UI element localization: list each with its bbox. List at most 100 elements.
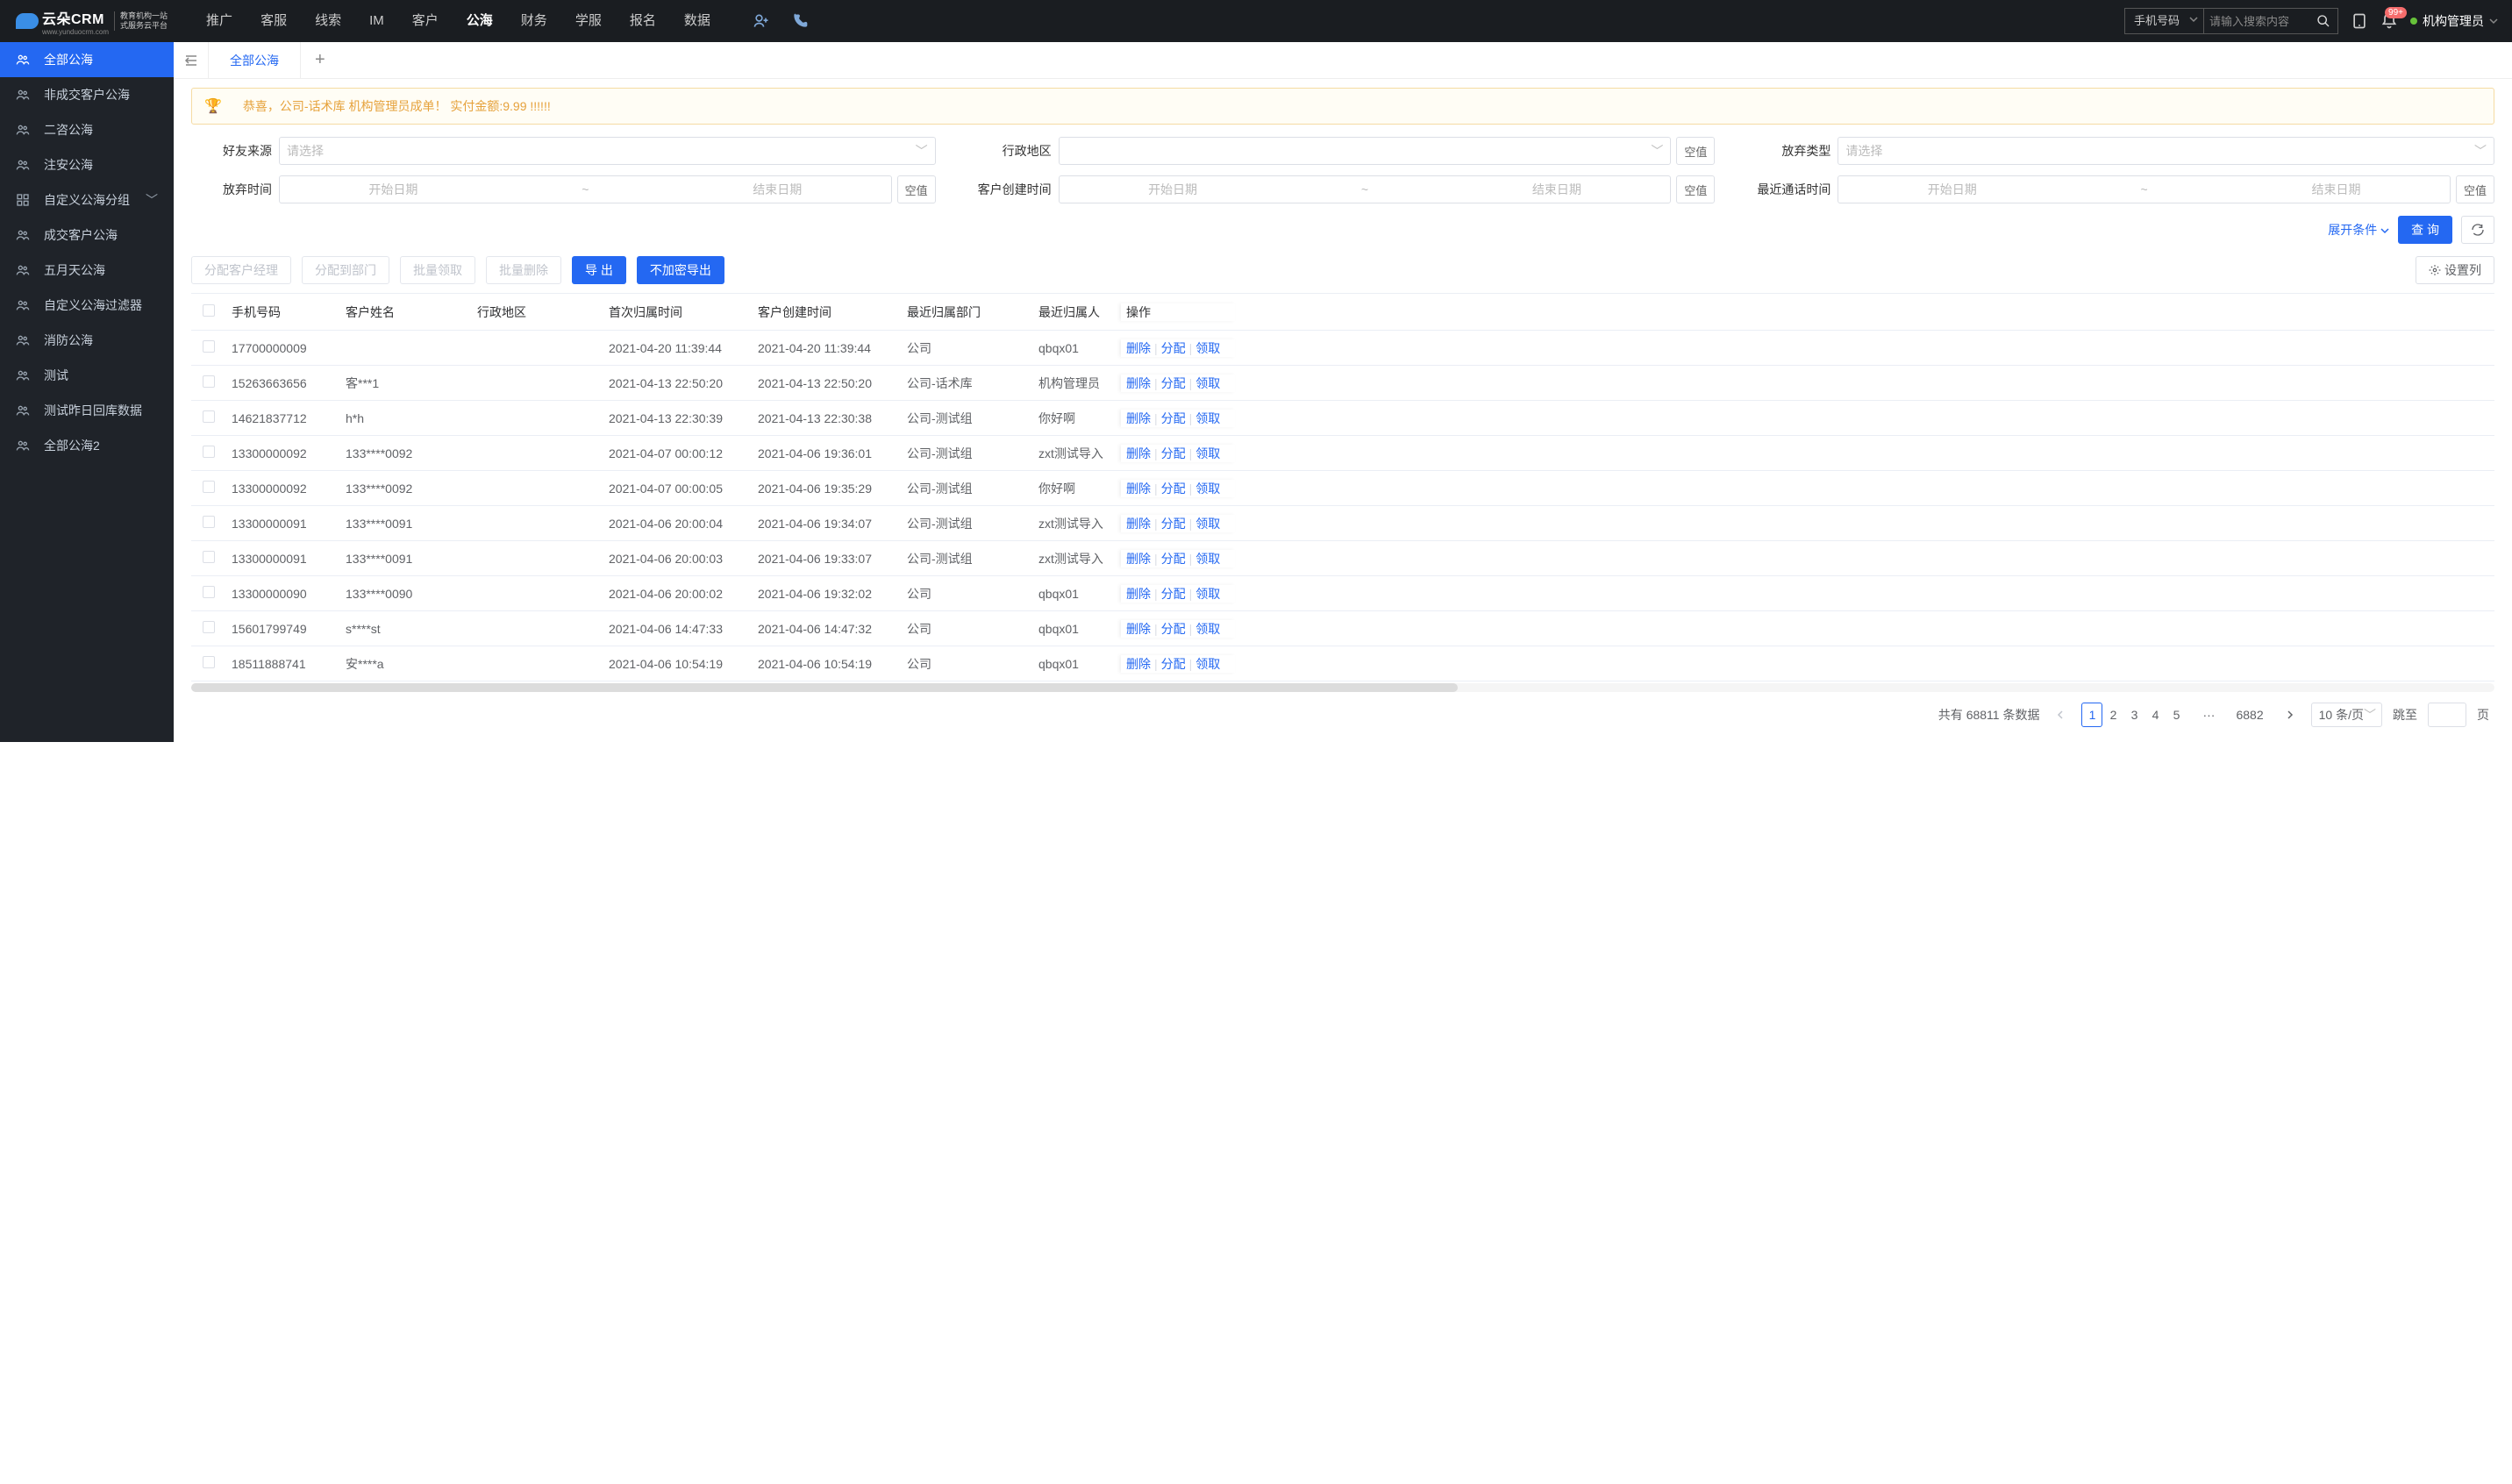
abandon-time-range[interactable]: 开始日期~结束日期 (279, 175, 892, 203)
search-type-select[interactable]: 手机号码 (2125, 9, 2204, 33)
page-jump-input[interactable] (2428, 703, 2466, 727)
op-delete[interactable]: 删除 (1126, 446, 1151, 460)
op-claim[interactable]: 领取 (1195, 446, 1220, 460)
page-next[interactable] (2280, 703, 2301, 727)
op-delete[interactable]: 删除 (1126, 411, 1151, 425)
search-input[interactable] (2204, 9, 2309, 33)
batch-claim-button[interactable]: 批量领取 (400, 256, 475, 284)
topnav-item[interactable]: 数据 (670, 0, 724, 42)
checkbox[interactable] (203, 656, 215, 668)
expand-filters[interactable]: 展开条件 (2328, 221, 2389, 239)
friend-source-select[interactable]: 请选择 ﹀ (279, 137, 936, 165)
export-plain-button[interactable]: 不加密导出 (637, 256, 724, 284)
page-number[interactable]: 4 (2144, 703, 2166, 727)
user-plus-icon[interactable] (742, 12, 781, 30)
page-ellipsis[interactable]: ··· (2197, 703, 2220, 727)
op-assign[interactable]: 分配 (1161, 517, 1186, 531)
checkbox[interactable] (203, 586, 215, 598)
topnav-item[interactable]: 财务 (507, 0, 561, 42)
page-number[interactable]: 3 (2123, 703, 2144, 727)
op-delete[interactable]: 删除 (1126, 587, 1151, 601)
sidebar-item[interactable]: 自定义公海分组﹀ (0, 182, 174, 218)
op-assign[interactable]: 分配 (1161, 411, 1186, 425)
phone-icon[interactable] (781, 12, 819, 30)
tab-add[interactable]: + (301, 42, 339, 78)
sidebar-item[interactable]: 测试昨日回库数据 (0, 393, 174, 428)
topnav-item[interactable]: 公海 (453, 0, 507, 42)
topnav-item[interactable]: 报名 (616, 0, 670, 42)
last-call-time-range[interactable]: 开始日期~结束日期 (1838, 175, 2451, 203)
op-claim[interactable]: 领取 (1195, 657, 1220, 671)
op-claim[interactable]: 领取 (1195, 517, 1220, 531)
sidebar-item[interactable]: 成交客户公海 (0, 218, 174, 253)
logo[interactable]: 云朵CRM www.yunduocrm.com 教育机构一站式服务云平台 (9, 0, 175, 42)
checkbox[interactable] (203, 481, 215, 493)
district-select[interactable]: ﹀ (1059, 137, 1672, 165)
checkbox-all[interactable] (203, 304, 215, 317)
op-claim[interactable]: 领取 (1195, 411, 1220, 425)
op-delete[interactable]: 删除 (1126, 517, 1151, 531)
sidebar-item[interactable]: 注安公海 (0, 147, 174, 182)
op-assign[interactable]: 分配 (1161, 587, 1186, 601)
checkbox[interactable] (203, 375, 215, 388)
op-assign[interactable]: 分配 (1161, 376, 1186, 390)
bell-icon[interactable]: 99+ (2380, 12, 2398, 30)
sidebar-item[interactable]: 自定义公海过滤器 (0, 288, 174, 323)
sidebar-item[interactable]: 五月天公海 (0, 253, 174, 288)
checkbox[interactable] (203, 551, 215, 563)
checkbox[interactable] (203, 446, 215, 458)
op-claim[interactable]: 领取 (1195, 552, 1220, 566)
topnav-item[interactable]: 推广 (192, 0, 246, 42)
sidebar-item[interactable]: 全部公海 (0, 42, 174, 77)
topnav-item[interactable]: 学服 (561, 0, 616, 42)
checkbox[interactable] (203, 516, 215, 528)
sidebar-item[interactable]: 非成交客户公海 (0, 77, 174, 112)
op-assign[interactable]: 分配 (1161, 446, 1186, 460)
page-last[interactable]: 6882 (2230, 703, 2268, 727)
abandon-type-select[interactable]: 请选择 ﹀ (1838, 137, 2494, 165)
tab-all[interactable]: 全部公海 (209, 42, 301, 78)
topnav-item[interactable]: 客服 (246, 0, 301, 42)
columns-button[interactable]: 设置列 (2416, 256, 2494, 284)
page-number[interactable]: 2 (2102, 703, 2123, 727)
last-call-null[interactable]: 空值 (2456, 175, 2494, 203)
create-time-null[interactable]: 空值 (1676, 175, 1715, 203)
checkbox[interactable] (203, 410, 215, 423)
topnav-item[interactable]: IM (355, 0, 398, 42)
topnav-item[interactable]: 线索 (301, 0, 355, 42)
user-menu[interactable]: 机构管理员 (2410, 12, 2503, 30)
op-claim[interactable]: 领取 (1195, 341, 1220, 355)
page-number[interactable]: 1 (2081, 703, 2102, 727)
op-assign[interactable]: 分配 (1161, 657, 1186, 671)
export-button[interactable]: 导 出 (572, 256, 626, 284)
horizontal-scrollbar[interactable] (191, 683, 2494, 692)
sidebar-item[interactable]: 全部公海2 (0, 428, 174, 463)
op-assign[interactable]: 分配 (1161, 622, 1186, 636)
tablet-icon[interactable] (2351, 12, 2368, 30)
sidebar-item[interactable]: 测试 (0, 358, 174, 393)
sidebar-item[interactable]: 消防公海 (0, 323, 174, 358)
op-delete[interactable]: 删除 (1126, 552, 1151, 566)
page-number[interactable]: 5 (2166, 703, 2187, 727)
op-delete[interactable]: 删除 (1126, 657, 1151, 671)
checkbox[interactable] (203, 340, 215, 353)
assign-manager-button[interactable]: 分配客户经理 (191, 256, 291, 284)
abandon-time-null[interactable]: 空值 (897, 175, 936, 203)
query-button[interactable]: 查 询 (2398, 216, 2452, 244)
op-claim[interactable]: 领取 (1195, 622, 1220, 636)
district-null[interactable]: 空值 (1676, 137, 1715, 165)
op-delete[interactable]: 删除 (1126, 482, 1151, 496)
op-claim[interactable]: 领取 (1195, 482, 1220, 496)
op-delete[interactable]: 删除 (1126, 622, 1151, 636)
sidebar-item[interactable]: 二咨公海 (0, 112, 174, 147)
op-claim[interactable]: 领取 (1195, 587, 1220, 601)
page-prev[interactable] (2050, 703, 2071, 727)
op-delete[interactable]: 删除 (1126, 341, 1151, 355)
op-assign[interactable]: 分配 (1161, 552, 1186, 566)
create-time-range[interactable]: 开始日期~结束日期 (1059, 175, 1672, 203)
assign-dept-button[interactable]: 分配到部门 (302, 256, 389, 284)
search-icon[interactable] (2309, 14, 2337, 28)
op-assign[interactable]: 分配 (1161, 482, 1186, 496)
refresh-button[interactable] (2461, 216, 2494, 244)
checkbox[interactable] (203, 621, 215, 633)
